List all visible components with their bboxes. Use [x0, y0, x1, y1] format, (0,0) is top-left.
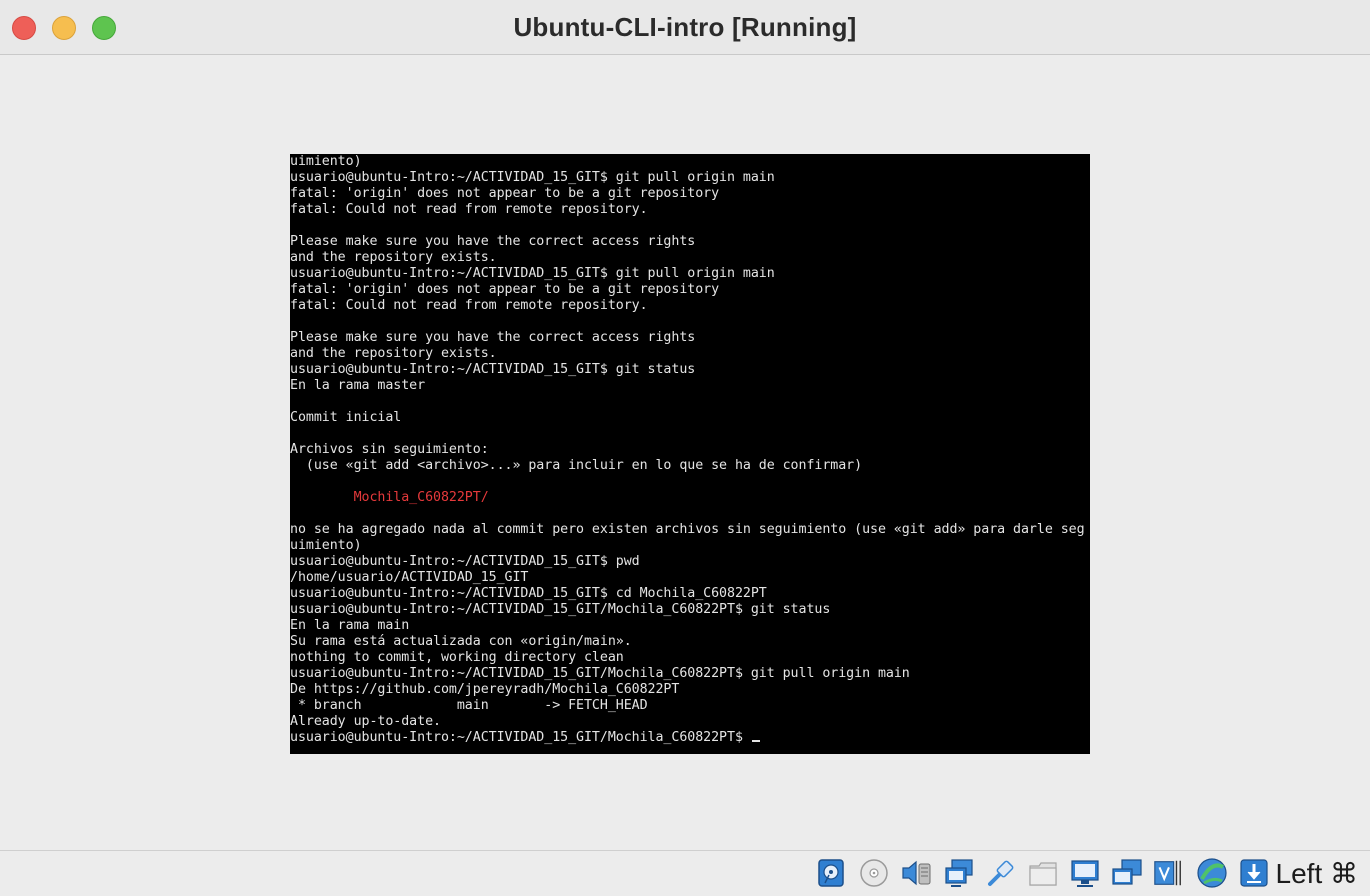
network-icon[interactable]: [943, 857, 975, 889]
terminal-line: fatal: Could not read from remote reposi…: [290, 202, 648, 217]
terminal-line: Commit inicial: [290, 410, 402, 425]
terminal-line: usuario@ubuntu-Intro:~/ACTIVIDAD_15_GIT/…: [290, 666, 910, 681]
terminal-line: usuario@ubuntu-Intro:~/ACTIVIDAD_15_GIT$…: [290, 362, 696, 377]
terminal-line: uimiento): [290, 154, 362, 169]
video-recording-icon[interactable]: [1152, 857, 1184, 889]
terminal-line: no se ha agregado nada al commit pero ex…: [290, 522, 1085, 537]
terminal-line: and the repository exists.: [290, 346, 497, 361]
terminal-line: uimiento): [290, 538, 362, 553]
terminal-line: De https://github.com/jpereyradh/Mochila…: [290, 682, 680, 697]
vm-statusbar: Left ⌘: [0, 850, 1370, 896]
terminal-line: usuario@ubuntu-Intro:~/ACTIVIDAD_15_GIT/…: [290, 602, 831, 617]
terminal-line: Su rama está actualizada con «origin/mai…: [290, 634, 632, 649]
terminal-line: fatal: 'origin' does not appear to be a …: [290, 186, 720, 201]
mouse-integration-icon[interactable]: [1238, 857, 1270, 889]
shared-folder-icon[interactable]: [1027, 857, 1059, 889]
terminal-line: Archivos sin seguimiento:: [290, 442, 489, 457]
terminal-line: usuario@ubuntu-Intro:~/ACTIVIDAD_15_GIT$…: [290, 170, 775, 185]
terminal-line: usuario@ubuntu-Intro:~/ACTIVIDAD_15_GIT$…: [290, 586, 767, 601]
terminal-line: usuario@ubuntu-Intro:~/ACTIVIDAD_15_GIT$…: [290, 266, 775, 281]
window-titlebar: Ubuntu-CLI-intro [Running]: [0, 0, 1370, 55]
terminal-line: fatal: Could not read from remote reposi…: [290, 298, 648, 313]
cpu-activity-icon[interactable]: [1196, 857, 1228, 889]
display-icon[interactable]: [1069, 857, 1101, 889]
terminal-line: Already up-to-date.: [290, 714, 441, 729]
terminal-line: /home/usuario/ACTIVIDAD_15_GIT: [290, 570, 529, 585]
terminal-prompt: usuario@ubuntu-Intro:~/ACTIVIDAD_15_GIT/…: [290, 730, 751, 745]
vm-terminal-screen[interactable]: uimiento) usuario@ubuntu-Intro:~/ACTIVIDA…: [290, 154, 1090, 754]
terminal-prompt-line[interactable]: usuario@ubuntu-Intro:~/ACTIVIDAD_15_GIT/…: [290, 730, 760, 746]
terminal-cursor: [751, 740, 760, 742]
terminal-line: nothing to commit, working directory cle…: [290, 650, 624, 665]
terminal-line: Mochila_C60822PT/: [290, 490, 489, 505]
terminal-line: usuario@ubuntu-Intro:~/ACTIVIDAD_15_GIT$…: [290, 554, 640, 569]
terminal-line: * branch main -> FETCH_HEAD: [290, 698, 648, 713]
terminal-line: and the repository exists.: [290, 250, 497, 265]
audio-icon[interactable]: [900, 857, 932, 889]
terminal-line: Please make sure you have the correct ac…: [290, 234, 696, 249]
terminal-line: (use «git add <archivo>...» para incluir…: [290, 458, 863, 473]
terminal-line: Please make sure you have the correct ac…: [290, 330, 696, 345]
terminal-line: En la rama master: [290, 378, 426, 393]
optical-drive-icon[interactable]: [858, 857, 890, 889]
window-title: Ubuntu-CLI-intro [Running]: [513, 12, 857, 42]
usb-icon[interactable]: [985, 857, 1017, 889]
hard-disk-icon[interactable]: [815, 857, 847, 889]
terminal-line: fatal: 'origin' does not appear to be a …: [290, 282, 720, 297]
screen-capture-icon[interactable]: [1111, 857, 1143, 889]
terminal-line: En la rama main: [290, 618, 410, 633]
host-key-label: Left ⌘: [1275, 858, 1358, 889]
